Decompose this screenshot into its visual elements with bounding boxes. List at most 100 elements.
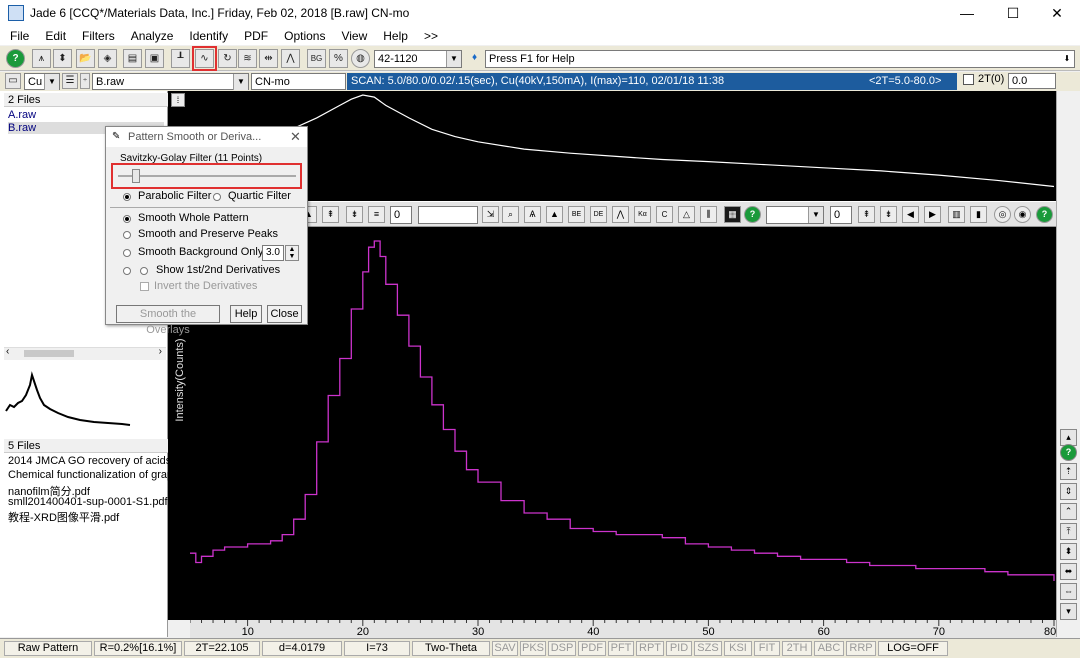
- percent-button[interactable]: %: [329, 49, 348, 68]
- help-icon[interactable]: ?: [1036, 206, 1053, 223]
- whole-pattern-radio[interactable]: [123, 215, 131, 223]
- doc-item[interactable]: 教程-XRD图像平滑.pdf: [8, 509, 119, 525]
- zoom-in-icon[interactable]: ⇕: [1060, 483, 1077, 500]
- zoom-input[interactable]: [418, 206, 478, 224]
- element-combo[interactable]: Cu ▼: [24, 73, 60, 90]
- target-icon[interactable]: ◉: [1014, 206, 1031, 223]
- expand-icon[interactable]: ⬌: [1060, 563, 1077, 580]
- bar-chart-icon[interactable]: ┸: [171, 49, 190, 68]
- peak-mark-icon[interactable]: Ѧ: [524, 206, 541, 223]
- pattern-icon[interactable]: ▥: [948, 206, 965, 223]
- move-up-icon[interactable]: ⇞: [322, 206, 339, 223]
- pdf-card-combo[interactable]: 42-1120 ▼: [374, 50, 462, 68]
- dialog-help-button[interactable]: Help: [230, 305, 262, 323]
- wave-icon[interactable]: ≋: [238, 49, 257, 68]
- save-icon[interactable]: ▣: [145, 49, 164, 68]
- menu-options[interactable]: Options: [274, 29, 331, 43]
- close-window-button[interactable]: ✕: [1034, 0, 1080, 26]
- menu-view[interactable]: View: [331, 29, 373, 43]
- compress-icon[interactable]: ⇔: [1060, 583, 1077, 600]
- menu-filters[interactable]: Filters: [72, 29, 121, 43]
- status-btn-dsp[interactable]: DSP: [548, 641, 576, 656]
- parabolic-radio[interactable]: [123, 193, 131, 201]
- derivatives-radio[interactable]: [123, 267, 131, 275]
- stack-icon[interactable]: ≡: [368, 206, 385, 223]
- help-icon[interactable]: ?: [744, 206, 761, 223]
- dialog-close-icon[interactable]: ✕: [290, 129, 301, 145]
- menu-more[interactable]: >>: [414, 29, 444, 43]
- step-value-field[interactable]: 0: [830, 206, 852, 224]
- globe-icon[interactable]: ◍: [351, 49, 370, 68]
- background-button[interactable]: BG: [307, 49, 326, 68]
- preserve-peaks-radio[interactable]: [123, 231, 131, 239]
- status-btn-2th[interactable]: 2TH: [782, 641, 812, 656]
- background-only-radio[interactable]: [123, 249, 131, 257]
- dialog-titlebar[interactable]: ✎ Pattern Smooth or Deriva... ✕: [106, 127, 307, 147]
- files-scrollbar[interactable]: ‹ ›: [4, 346, 166, 360]
- peak-label-icon[interactable]: △: [678, 206, 695, 223]
- up-down-icon[interactable]: ⬍: [1060, 543, 1077, 560]
- stretch-up-icon[interactable]: ⇡: [1060, 463, 1077, 480]
- be-icon[interactable]: BE: [568, 206, 585, 223]
- panel-toggle-icon[interactable]: ⁞: [171, 93, 185, 107]
- status-btn-rpt[interactable]: RPT: [636, 641, 664, 656]
- menu-pdf[interactable]: PDF: [234, 29, 274, 43]
- right-arrow-icon[interactable]: ▶: [924, 206, 941, 223]
- quartic-radio[interactable]: [213, 193, 221, 201]
- fill-peak-icon[interactable]: ▲: [546, 206, 563, 223]
- menu-file[interactable]: File: [0, 29, 35, 43]
- updown-arrow-icon[interactable]: ⬍: [53, 49, 72, 68]
- doc-item[interactable]: 2014 JMCA GO recovery of acids.pdf: [8, 455, 190, 467]
- de-icon[interactable]: DE: [590, 206, 607, 223]
- doc-item[interactable]: Chemical functionalization of graph: [8, 469, 179, 481]
- print-icon[interactable]: ▤: [123, 49, 142, 68]
- split-wave-icon[interactable]: ⇹: [259, 49, 278, 68]
- sample-name-field[interactable]: CN-mo: [251, 73, 346, 90]
- status-btn-sav[interactable]: SAV: [492, 641, 518, 656]
- background-value-stepper[interactable]: ▲ ▼: [285, 245, 299, 261]
- settings-icon[interactable]: ◎: [994, 206, 1011, 223]
- grid-icon[interactable]: ▦: [724, 206, 741, 223]
- histogram-icon[interactable]: ▮: [970, 206, 987, 223]
- step-down-icon[interactable]: ⇟: [880, 206, 897, 223]
- invert-checkbox[interactable]: [140, 282, 149, 291]
- status-btn-fit[interactable]: FIT: [754, 641, 780, 656]
- offset-value-field[interactable]: 0: [390, 206, 412, 224]
- minimize-button[interactable]: —: [944, 0, 990, 26]
- menu-edit[interactable]: Edit: [35, 29, 72, 43]
- status-btn-abc[interactable]: ABC: [814, 641, 844, 656]
- folder-small-icon[interactable]: ▭: [5, 73, 21, 89]
- status-axis[interactable]: Two-Theta: [412, 641, 490, 656]
- smooth-overlays-button[interactable]: Smooth the Overlays: [116, 305, 220, 336]
- left-arrow-icon[interactable]: ◀: [902, 206, 919, 223]
- two-theta-offset-checkbox[interactable]: [963, 74, 974, 85]
- status-btn-ksi[interactable]: KSI: [724, 641, 752, 656]
- scale-combo[interactable]: ▼: [766, 206, 824, 224]
- file-combo[interactable]: B.raw ▼: [92, 73, 249, 90]
- file-item-a[interactable]: A.raw: [8, 109, 36, 121]
- status-btn-pft[interactable]: PFT: [608, 641, 634, 656]
- help-icon[interactable]: ?: [6, 49, 25, 68]
- refresh-icon[interactable]: ↻: [218, 49, 237, 68]
- status-btn-pid[interactable]: PID: [666, 641, 692, 656]
- background-value-input[interactable]: 3.0: [262, 245, 284, 261]
- help-icon[interactable]: ?: [1060, 444, 1077, 461]
- dialog-close-button[interactable]: Close: [267, 305, 302, 323]
- status-btn-pdf[interactable]: PDF: [578, 641, 606, 656]
- eraser-icon[interactable]: ◈: [98, 49, 117, 68]
- top-icon[interactable]: ⤒: [1060, 523, 1077, 540]
- doc-item[interactable]: smll201400401-sup-0001-S1.pdf: [8, 496, 168, 508]
- spin-icon[interactable]: ÷: [80, 73, 90, 89]
- zoom-cursor-icon[interactable]: ⇲: [482, 206, 499, 223]
- move-icon[interactable]: ⇟: [346, 206, 363, 223]
- menu-analyze[interactable]: Analyze: [121, 29, 180, 43]
- open-folder-icon[interactable]: 📂: [76, 49, 95, 68]
- peak-select-icon[interactable]: ⩚: [32, 49, 51, 68]
- bars-icon[interactable]: ⫼: [700, 206, 717, 223]
- menu-help[interactable]: Help: [373, 29, 414, 43]
- peak-pair-icon[interactable]: ⋀: [612, 206, 629, 223]
- maximize-button[interactable]: ☐: [990, 0, 1036, 26]
- offset-input[interactable]: 0.0: [1008, 73, 1056, 89]
- magnifier-icon[interactable]: ⌕: [502, 206, 519, 223]
- plot-area[interactable]: [190, 91, 1056, 637]
